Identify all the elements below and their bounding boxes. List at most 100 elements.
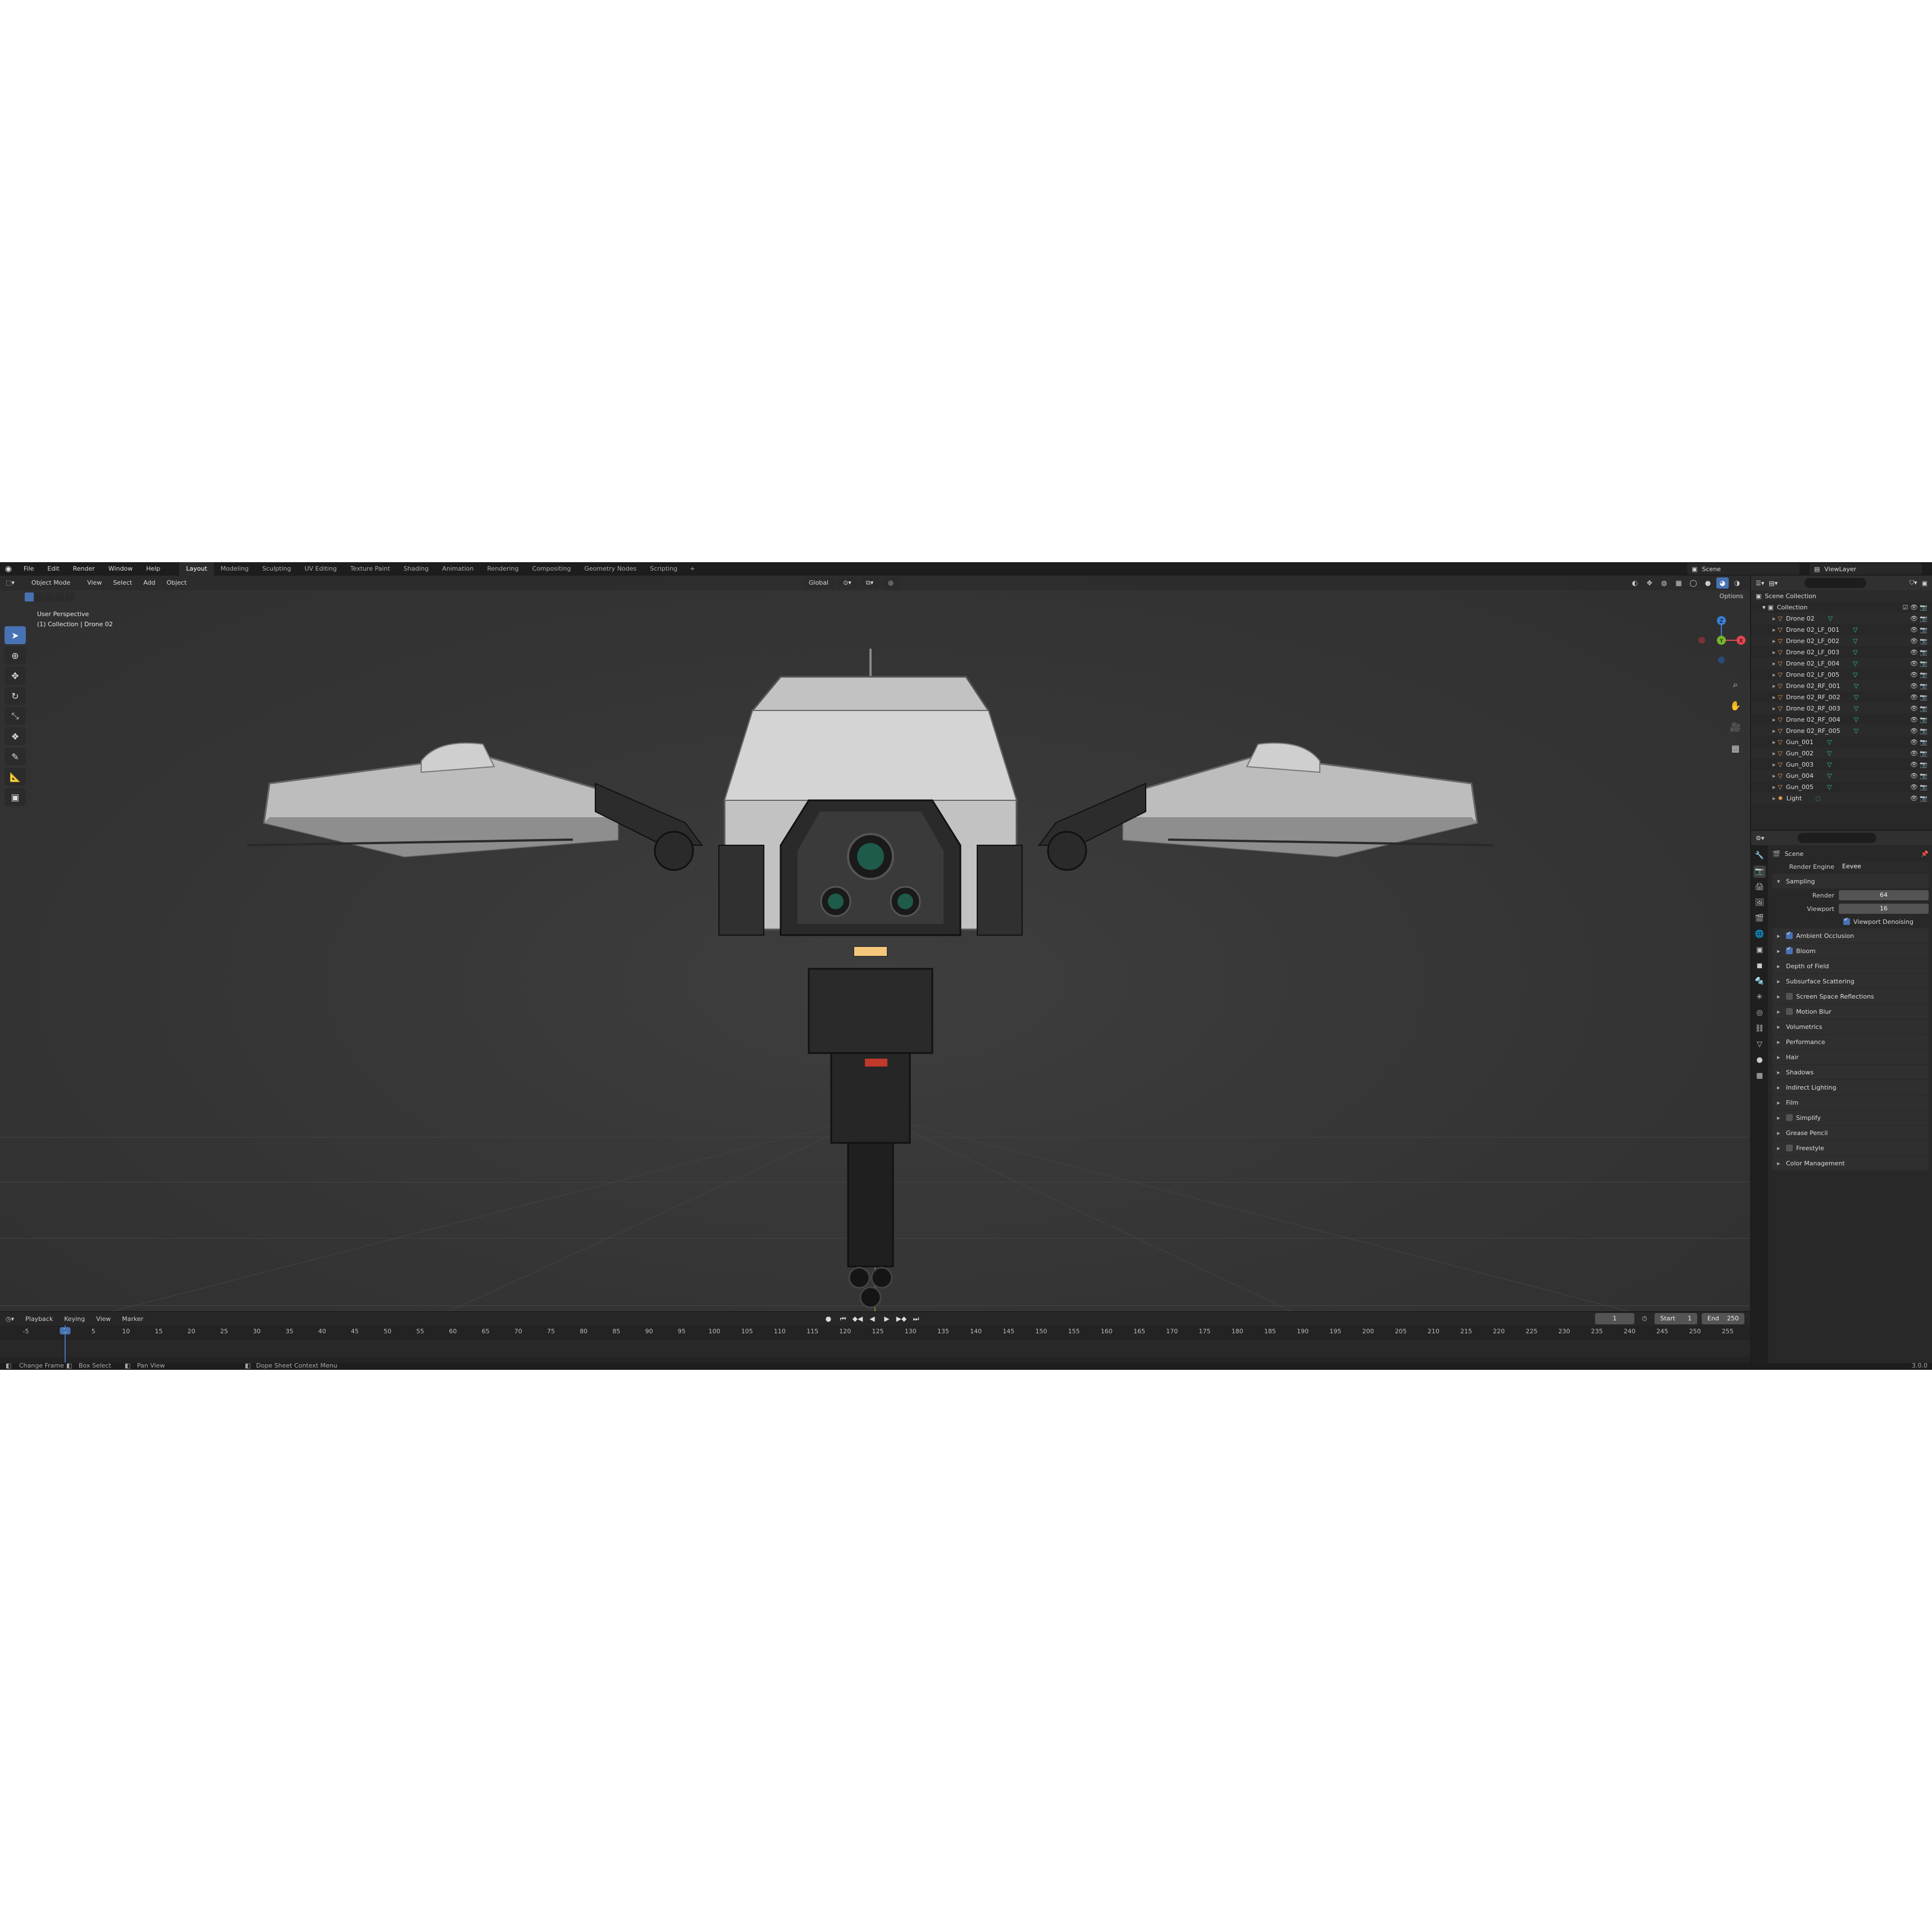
expand-chevron-icon[interactable]: ▸: [1772, 716, 1776, 723]
gizmo-neg-z[interactable]: [1718, 657, 1725, 663]
mesh-data-icon[interactable]: ▽: [1853, 637, 1857, 645]
expand-chevron-icon[interactable]: ▸: [1772, 671, 1776, 678]
render-panel[interactable]: ▸ Motion Blur: [1772, 1004, 1929, 1019]
add-cube-tool-icon[interactable]: ▣: [4, 788, 26, 806]
expand-chevron-icon[interactable]: ▸: [1772, 772, 1776, 780]
orientation-dropdown[interactable]: Global: [803, 577, 835, 589]
properties-editor-icon[interactable]: ⚙▾: [1756, 835, 1764, 842]
expand-chevron-icon[interactable]: ▸: [1772, 795, 1776, 802]
options-button[interactable]: Options: [1720, 593, 1743, 600]
menu-timeline-view[interactable]: View: [90, 1315, 116, 1323]
menu-add[interactable]: Add: [138, 577, 161, 589]
panel-enable-checkbox[interactable]: [1786, 1008, 1793, 1015]
drone-model[interactable]: [236, 632, 1505, 1311]
mesh-data-icon[interactable]: ▽: [1854, 705, 1858, 712]
mode-dropdown[interactable]: Object Mode: [24, 577, 78, 589]
panel-enable-checkbox[interactable]: [1786, 1114, 1793, 1121]
display-mode-icon[interactable]: ▤▾: [1769, 580, 1778, 587]
output-tab-icon[interactable]: 🖨: [1753, 881, 1766, 894]
menu-keying[interactable]: Keying: [58, 1315, 90, 1323]
scene-collection-row[interactable]: ▣ Scene Collection: [1751, 590, 1932, 602]
visibility-toggle-icons[interactable]: 👁 📷: [1910, 739, 1928, 746]
play-reverse-icon[interactable]: ◀: [867, 1313, 878, 1324]
outliner-object-row[interactable]: ▸ ▽ Drone 02_RF_005 ▽ 👁 📷: [1751, 725, 1932, 736]
pan-hand-icon[interactable]: ✋: [1727, 698, 1744, 714]
menu-select[interactable]: Select: [107, 577, 138, 589]
render-panel[interactable]: ▸ Performance: [1772, 1035, 1929, 1049]
particles-tab-icon[interactable]: ✳: [1753, 991, 1766, 1004]
render-tab-icon[interactable]: 📷: [1753, 865, 1766, 878]
render-panel[interactable]: ▸ Simplify: [1772, 1110, 1929, 1125]
menu-render[interactable]: Render: [66, 562, 102, 576]
viewport-samples-field[interactable]: 16: [1839, 904, 1929, 914]
select-new-icon[interactable]: [25, 593, 34, 602]
camera-view-icon[interactable]: 🎥: [1727, 719, 1744, 735]
mesh-data-icon[interactable]: ▽: [1827, 772, 1831, 780]
timeline-editor[interactable]: ◷▾ Playback Keying View Marker ● ⏮ ◆◀ ◀ …: [0, 1311, 1750, 1363]
menu-help[interactable]: Help: [139, 562, 167, 576]
new-collection-icon[interactable]: ▣: [1922, 580, 1928, 587]
menu-marker[interactable]: Marker: [116, 1315, 149, 1323]
menu-playback[interactable]: Playback: [20, 1315, 58, 1323]
material-shading-icon[interactable]: ◕: [1716, 577, 1729, 589]
visibility-toggle-icons[interactable]: 👁 📷: [1910, 772, 1928, 780]
physics-tab-icon[interactable]: ◎: [1753, 1007, 1766, 1019]
visibility-toggle-icons[interactable]: 👁 📷: [1910, 716, 1928, 723]
frame-ruler[interactable]: -515101520253035404550556065707580859095…: [0, 1325, 1750, 1340]
expand-chevron-icon[interactable]: ▾: [1762, 604, 1766, 611]
light-data-icon[interactable]: ◌: [1815, 795, 1821, 802]
render-panel[interactable]: ▸ Shadows: [1772, 1065, 1929, 1079]
visibility-toggle-icons[interactable]: 👁 📷: [1910, 783, 1928, 791]
tab-texture-paint[interactable]: Texture Paint: [344, 562, 397, 576]
wireframe-shading-icon[interactable]: ◯: [1687, 577, 1699, 589]
modifier-tab-icon[interactable]: 🔩: [1753, 976, 1766, 988]
world-tab-icon[interactable]: 🌐: [1753, 928, 1766, 941]
mesh-data-icon[interactable]: ▽: [1853, 649, 1857, 656]
render-panel[interactable]: ▸ Indirect Lighting: [1772, 1080, 1929, 1095]
mesh-data-icon[interactable]: ▽: [1828, 615, 1833, 622]
visibility-toggle-icons[interactable]: 👁 📷: [1910, 705, 1928, 712]
current-frame-field[interactable]: 1: [1595, 1313, 1634, 1324]
render-panel[interactable]: ▸ Depth of Field: [1772, 959, 1929, 973]
filter-icon[interactable]: ⛉▾: [1910, 579, 1917, 587]
outliner-search-input[interactable]: [1805, 578, 1867, 588]
mesh-data-icon[interactable]: ▽: [1854, 694, 1858, 701]
scene-tab-icon[interactable]: 🎬: [1753, 913, 1766, 925]
mesh-data-icon[interactable]: ▽: [1827, 783, 1831, 791]
collection-tab-icon[interactable]: ▣: [1753, 944, 1766, 956]
mesh-data-icon[interactable]: ▽: [1853, 660, 1857, 667]
jump-keyframe-forward-icon[interactable]: ▶◆: [896, 1313, 907, 1324]
outliner-object-row[interactable]: ▸ ▽ Gun_001 ▽ 👁 📷: [1751, 736, 1932, 748]
play-icon[interactable]: ▶: [881, 1313, 892, 1324]
render-panel[interactable]: ▸ Screen Space Reflections: [1772, 989, 1929, 1004]
visibility-toggle-icons[interactable]: 👁 📷: [1910, 660, 1928, 667]
panel-enable-checkbox[interactable]: [1786, 931, 1793, 939]
outliner-editor-icon[interactable]: ☰▾: [1756, 580, 1764, 587]
visibility-toggle-icons[interactable]: 👁 📷: [1910, 637, 1928, 645]
render-engine-dropdown[interactable]: Eevee: [1839, 862, 1929, 872]
record-icon[interactable]: ●: [823, 1313, 834, 1324]
pivot-icon[interactable]: ⊙▾: [837, 577, 857, 589]
cursor-tool-icon[interactable]: ⊕: [4, 646, 26, 664]
collection-row[interactable]: ▾ ▣ Collection ☑ 👁 📷: [1751, 602, 1932, 613]
tab-scripting[interactable]: Scripting: [643, 562, 684, 576]
playhead[interactable]: [65, 1325, 66, 1363]
expand-chevron-icon[interactable]: ▸: [1772, 750, 1776, 757]
menu-window[interactable]: Window: [102, 562, 139, 576]
render-panel[interactable]: ▸ Grease Pencil: [1772, 1126, 1929, 1140]
visibility-toggle-icons[interactable]: 👁 📷: [1910, 750, 1928, 757]
outliner-object-row[interactable]: ▸ ✹ Light ◌ 👁 📷: [1751, 792, 1932, 804]
tab-layout[interactable]: Layout: [179, 562, 214, 576]
proportional-edit-icon[interactable]: ◎: [882, 577, 899, 589]
view-layer-selector[interactable]: ▤ ViewLayer: [1810, 563, 1922, 575]
sampling-panel[interactable]: ▾ Sampling: [1772, 874, 1929, 888]
render-panel[interactable]: ▸ Bloom: [1772, 944, 1929, 958]
outliner-object-row[interactable]: ▸ ▽ Gun_003 ▽ 👁 📷: [1751, 759, 1932, 770]
texture-tab-icon[interactable]: ▦: [1753, 1070, 1766, 1082]
blender-logo-icon[interactable]: ◉: [0, 564, 17, 573]
outliner-object-row[interactable]: ▸ ▽ Drone 02 ▽ 👁 📷: [1751, 613, 1932, 624]
outliner-object-row[interactable]: ▸ ▽ Drone 02_RF_003 ▽ 👁 📷: [1751, 703, 1932, 714]
pin-icon[interactable]: 📌: [1921, 850, 1929, 858]
expand-chevron-icon[interactable]: ▸: [1772, 783, 1776, 791]
render-samples-field[interactable]: 64: [1839, 890, 1929, 900]
